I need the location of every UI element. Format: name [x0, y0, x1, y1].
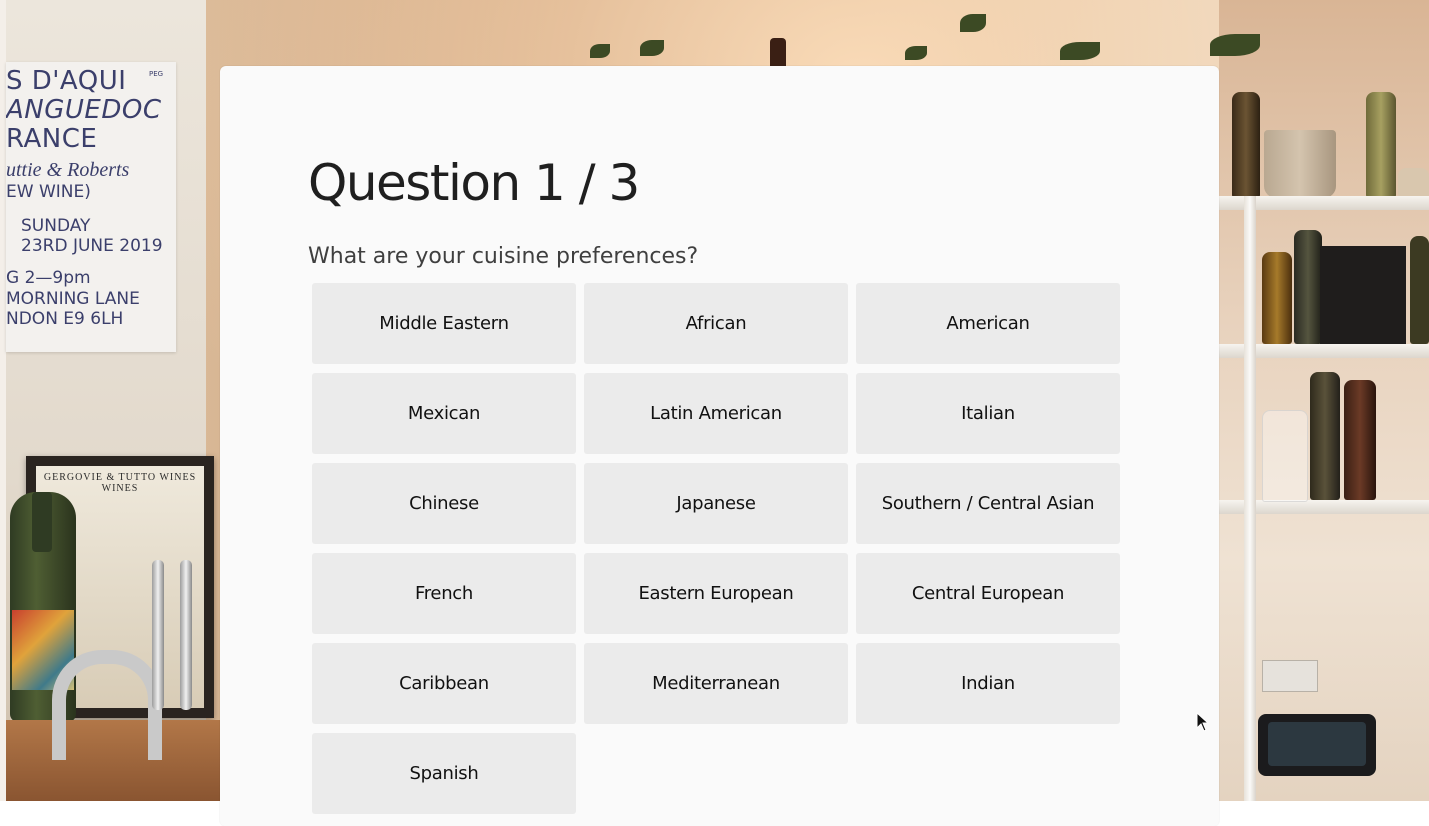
wine-bottle — [1232, 92, 1260, 198]
option-african[interactable]: African — [584, 283, 848, 364]
wine-bottle — [1410, 236, 1429, 344]
wine-bottle — [1262, 252, 1292, 344]
wine-bottle-neck — [32, 492, 52, 552]
tap-arch — [52, 650, 162, 760]
wall-socket — [1262, 660, 1318, 692]
option-eastern-european[interactable]: Eastern European — [584, 553, 848, 634]
question-card: Question 1 / 3 What are your cuisine pre… — [220, 66, 1219, 826]
option-japanese[interactable]: Japanese — [584, 463, 848, 544]
wine-bottle — [1344, 380, 1376, 500]
option-indian[interactable]: Indian — [856, 643, 1120, 724]
plant-pot — [1264, 130, 1336, 198]
plant-leaf — [640, 40, 664, 56]
wine-bottle — [1310, 372, 1340, 500]
option-central-european[interactable]: Central European — [856, 553, 1120, 634]
poster-line: 23RD JUNE 2019 — [21, 236, 163, 256]
cuisine-options-grid: Middle Eastern African American Mexican … — [312, 283, 1120, 814]
speaker — [1320, 246, 1406, 344]
plant-leaf — [1060, 42, 1100, 60]
glassware — [1262, 410, 1308, 502]
wine-bottle — [1294, 230, 1322, 344]
shelf-post — [1244, 196, 1256, 801]
poster-line: G 2—9pm — [6, 268, 91, 288]
poster-tag: PEG — [149, 70, 164, 78]
card-terminal-screen — [1268, 722, 1366, 766]
poster-line: EW WINE) — [6, 182, 91, 202]
plant-leaf — [905, 46, 927, 60]
option-american[interactable]: American — [856, 283, 1120, 364]
bottle-top — [770, 38, 786, 68]
poster-line: RANCE — [6, 124, 98, 154]
option-mediterranean[interactable]: Mediterranean — [584, 643, 848, 724]
beer-tap — [180, 560, 192, 710]
poster-line: ANGUEDOC — [6, 95, 162, 125]
plant-leaf — [960, 14, 986, 32]
plant-leaf — [1210, 34, 1260, 56]
option-latin-american[interactable]: Latin American — [584, 373, 848, 454]
option-spanish[interactable]: Spanish — [312, 733, 576, 814]
option-middle-eastern[interactable]: Middle Eastern — [312, 283, 576, 364]
option-southern-central-asian[interactable]: Southern / Central Asian — [856, 463, 1120, 544]
poster-line: uttie & Roberts — [6, 159, 130, 181]
poster-line: NDON E9 6LH — [6, 309, 124, 329]
option-french[interactable]: French — [312, 553, 576, 634]
event-poster: S D'AQUI PEG ANGUEDOC RANCE uttie & Robe… — [6, 62, 176, 352]
question-prompt: What are your cuisine preferences? — [308, 244, 699, 269]
mouse-cursor-icon — [1196, 712, 1210, 732]
poster-line: SUNDAY — [21, 216, 91, 236]
bowl — [1398, 168, 1429, 198]
wine-bottle — [1366, 92, 1396, 198]
framed-artwork-title: GERGOVIE & TUTTO WINES WINES — [43, 472, 197, 494]
option-caribbean[interactable]: Caribbean — [312, 643, 576, 724]
plant-leaf — [590, 44, 610, 58]
poster-line: MORNING LANE — [6, 289, 140, 309]
beer-tap — [152, 560, 164, 710]
option-chinese[interactable]: Chinese — [312, 463, 576, 544]
question-title: Question 1 / 3 — [308, 154, 640, 212]
poster-line: S D'AQUI — [6, 66, 127, 96]
option-mexican[interactable]: Mexican — [312, 373, 576, 454]
option-italian[interactable]: Italian — [856, 373, 1120, 454]
